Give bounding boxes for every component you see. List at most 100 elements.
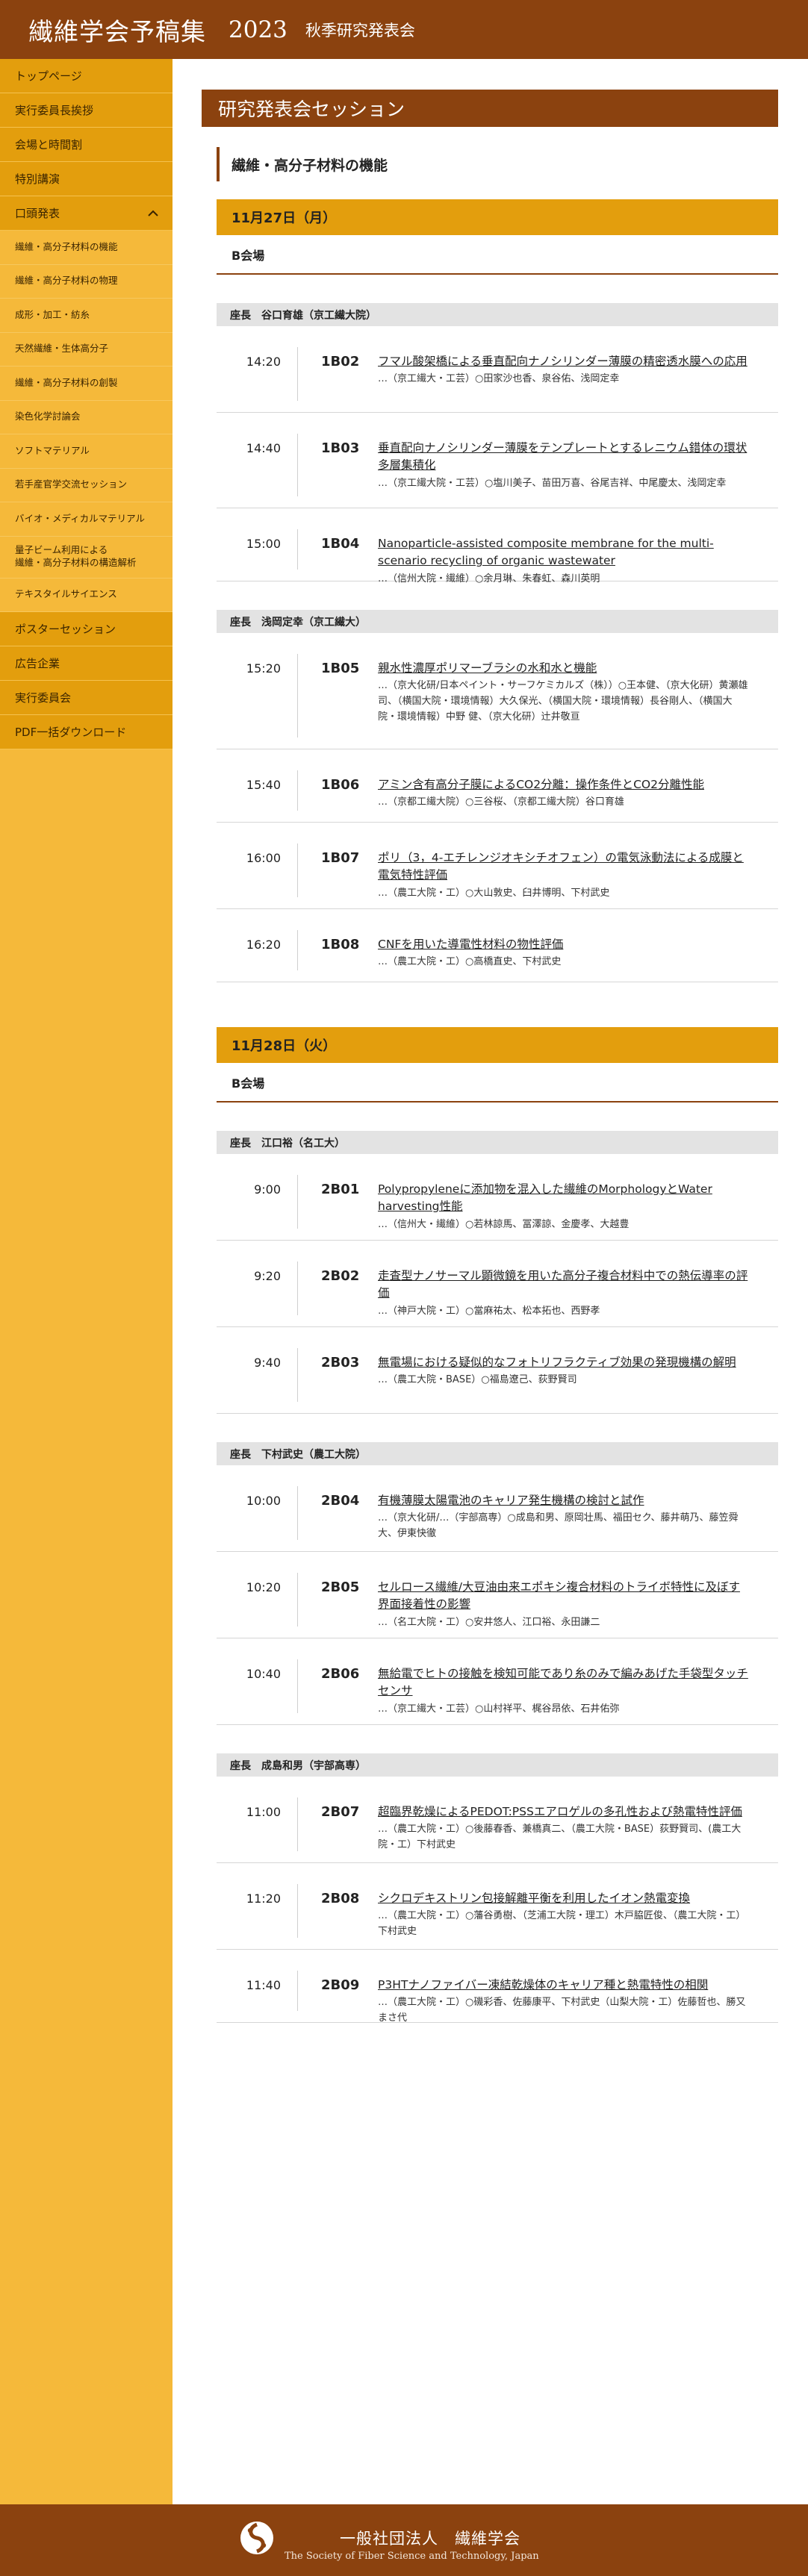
- talk-time: 16:00: [246, 851, 281, 865]
- talk-authors: …（農工大院・工）○大山敦史、臼井博明、下村武史: [378, 887, 610, 899]
- sidebar-subitem[interactable]: 量子ビーム利用による 繊維・高分子材料の構造解析: [0, 536, 173, 578]
- talk-title-link[interactable]: Polypropyleneに添加物を混入した繊維のMorphologyとWate…: [378, 1181, 751, 1216]
- talk-title-link[interactable]: 垂直配向ナノシリンダー薄膜をテンプレートとするレニウム錯体の環状多層集積化: [378, 440, 751, 475]
- sidebar-subitem[interactable]: 繊維・高分子材料の機能: [0, 231, 173, 265]
- society-logo-icon: [240, 2522, 273, 2554]
- talk-title-link[interactable]: CNFを用いた導電性材料の物性評価: [378, 936, 751, 953]
- talk-title-link[interactable]: アミン含有高分子膜によるCO2分離：操作条件とCO2分離性能: [378, 776, 751, 793]
- sidebar-item-label: トップページ: [15, 69, 82, 83]
- sidebar-subitem[interactable]: 若手産官学交流セッション: [0, 468, 173, 502]
- talk-time: 9:20: [254, 1269, 281, 1283]
- chevron-up-icon[interactable]: [147, 208, 159, 219]
- day-block: 11月27日（月） B会場 座長 谷口育雄（京工繊大院） 14:20 1B02 フマル酸架…: [217, 199, 778, 982]
- sidebar-subitem-label: 若手産官学交流セッション: [15, 478, 128, 490]
- sidebar-subitem-label: 繊維・高分子材料の機能: [15, 240, 118, 252]
- site-title[interactable]: 繊維学会予稿集: [28, 12, 206, 48]
- sidebar-subitem-label: 染色化学討論会: [15, 411, 81, 422]
- talk-authors: …（農工大院・工）○高橋直史、下村武史: [378, 956, 562, 968]
- talk-authors: …（名工大院・工）○安井悠人、江口裕、永田謙二: [378, 1616, 600, 1628]
- sidebar-subitem[interactable]: 成形・加工・紡糸: [0, 299, 173, 333]
- sidebar-item-label: 実行委員会: [15, 691, 72, 705]
- talk-time: 11:40: [246, 1978, 281, 1992]
- site-year: 2023: [229, 16, 288, 43]
- sidebar-subitem[interactable]: 繊維・高分子材料の創製: [0, 367, 173, 401]
- sidebar-item-label: ポスターセッション: [15, 623, 116, 636]
- talk-title-link[interactable]: 親水性濃厚ポリマーブラシの水和水と機能: [378, 660, 751, 677]
- talk-title-link[interactable]: 有機薄膜太陽電池のキャリア発生機構の検討と試作: [378, 1492, 751, 1509]
- sidebar-subitem[interactable]: ソフトマテリアル: [0, 434, 173, 469]
- talk-divider: [297, 529, 298, 570]
- talk-title-link[interactable]: フマル酸架橋による垂直配向ナノシリンダー薄膜の精密透水膜への応用: [378, 353, 751, 370]
- talk-authors: …（農工大院・工）○後藤春香、兼橋真二、（農工大院・BASE）荻野賢司、(農工大…: [378, 1824, 742, 1851]
- sidebar-item-label: 口頭発表: [15, 207, 60, 220]
- talk-id: 2B06: [321, 1666, 360, 1682]
- talk-time: 10:20: [246, 1580, 281, 1594]
- talk-title-link[interactable]: P3HTナノファイバー凍結乾燥体のキャリア種と熱電特性の相関: [378, 1977, 751, 1994]
- sidebar-item[interactable]: 会場と時間割: [0, 128, 173, 162]
- sidebar-subitem-label: 量子ビーム利用による 繊維・高分子材料の構造解析: [15, 544, 137, 570]
- talk-body: CNFを用いた導電性材料の物性評価 …（農工大院・工）○高橋直史、下村武史: [378, 936, 751, 970]
- site-header: 繊維学会予稿集 2023 秋季研究発表会: [0, 0, 808, 59]
- sidebar-subitem-label: バイオ・メディカルマテリアル: [15, 512, 146, 524]
- chair-bar: 座長 江口裕（名工大）: [217, 1131, 778, 1154]
- talk-row: 16:20 1B08 CNFを用いた導電性材料の物性評価 …（農工大院・工）○高橋直史…: [217, 909, 778, 982]
- sidebar-item[interactable]: PDF一括ダウンロード: [0, 715, 173, 749]
- talk-id: 2B01: [321, 1182, 360, 1197]
- talk-body: 垂直配向ナノシリンダー薄膜をテンプレートとするレニウム錯体の環状多層集積化 …（京…: [378, 440, 751, 491]
- chair-bar: 座長 谷口育雄（京工繊大院）: [217, 303, 778, 326]
- talk-title-link[interactable]: 無電場における疑似的なフォトリフラクティブ効果の発現機構の解明: [378, 1354, 751, 1371]
- talk-body: ポリ（3，4-エチレンジオキシチオフェン）の電気泳動法による成膜と電気特性評価 ……: [378, 849, 751, 901]
- talk-time: 15:40: [246, 778, 281, 792]
- talk-title-link[interactable]: 無給電でヒトの接触を検知可能であり糸のみで編みあげた手袋型タッチセンサ: [378, 1665, 751, 1700]
- sidebar-subitem[interactable]: バイオ・メディカルマテリアル: [0, 502, 173, 537]
- talk-time: 11:00: [246, 1805, 281, 1819]
- talk-row: 15:00 1B04 Nanoparticle-assisted composite…: [217, 508, 778, 584]
- sidebar-item[interactable]: 実行委員会: [0, 681, 173, 715]
- talk-authors: …（信州大・繊維）○若林諒馬、冨澤諒、金慶孝、大越豊: [378, 1218, 630, 1230]
- talk-title-link[interactable]: 走査型ナノサーマル顕微鏡を用いた高分子複合材料中での熱伝導率の評価: [378, 1267, 751, 1303]
- talk-id: 1B08: [321, 937, 360, 952]
- talk-time: 14:40: [246, 441, 281, 455]
- talk-title-link[interactable]: セルロース繊維/大豆油由来エポキシ複合材料のトライボ特性に及ぼす界面接着性の影響: [378, 1579, 751, 1614]
- sidebar-item[interactable]: トップページ: [0, 59, 173, 93]
- sidebar-subitem[interactable]: テキスタイルサイエンス: [0, 578, 173, 612]
- talk-body: 超臨界乾燥によるPEDOT:PSSエアロゲルの多孔性および熱電特性評価 …（農工大…: [378, 1803, 751, 1853]
- sidebar-item[interactable]: 口頭発表: [0, 196, 173, 231]
- talk-divider: [297, 930, 298, 970]
- sidebar-subitem[interactable]: 染色化学討論会: [0, 400, 173, 434]
- talk-divider: [297, 1797, 298, 1851]
- sidebar-item[interactable]: 特別講演: [0, 162, 173, 196]
- talk-authors: …（農工大院・BASE）○福島遼己、荻野賢司: [378, 1374, 577, 1386]
- sidebar-item[interactable]: 広告企業: [0, 646, 173, 681]
- main-content: 研究発表会セッション 繊維・高分子材料の機能 11月27日（月） B会場 座長 谷口…: [202, 90, 778, 2024]
- talk-authors: …（京工繊大・工芸）○田家沙也香、泉谷佑、浅岡定幸: [378, 373, 620, 385]
- room-label: B会場: [217, 235, 778, 275]
- footer-org-name: 一般社団法人 繊維学会: [340, 2530, 520, 2548]
- sidebar-nav: トップページ 実行委員長挨拶 会場と時間割 特別講演 口頭発表 繊維・高分子材料の機能 繊維…: [0, 59, 173, 2504]
- talk-row: 11:40 2B09 P3HTナノファイバー凍結乾燥体のキャリア種と熱電特性の相関 ……: [217, 1950, 778, 2024]
- talk-body: 無電場における疑似的なフォトリフラクティブ効果の発現機構の解明 …（農工大院・BA…: [378, 1354, 751, 1388]
- sidebar-item-label: 実行委員長挨拶: [15, 104, 94, 117]
- talk-id: 1B03: [321, 440, 360, 456]
- talk-body: フマル酸架橋による垂直配向ナノシリンダー薄膜の精密透水膜への応用 …（京工繊大・工…: [378, 353, 751, 387]
- talk-row: 16:00 1B07 ポリ（3，4-エチレンジオキシチオフェン）の電気泳動法による成…: [217, 823, 778, 909]
- talk-id: 1B05: [321, 661, 360, 676]
- talk-title-link[interactable]: シクロデキストリン包接解離平衡を利用したイオン熱電変換: [378, 1890, 751, 1907]
- talk-time: 9:40: [254, 1356, 281, 1370]
- sidebar-subitem-label: テキスタイルサイエンス: [15, 588, 117, 600]
- sidebar-subitem[interactable]: 天然繊維・生体高分子: [0, 332, 173, 367]
- talk-title-link[interactable]: 超臨界乾燥によるPEDOT:PSSエアロゲルの多孔性および熱電特性評価: [378, 1803, 751, 1821]
- sidebar-subitem[interactable]: 繊維・高分子材料の物理: [0, 264, 173, 299]
- talk-title-link[interactable]: ポリ（3，4-エチレンジオキシチオフェン）の電気泳動法による成膜と電気特性評価: [378, 849, 751, 885]
- sidebar-item[interactable]: 実行委員長挨拶: [0, 93, 173, 128]
- talk-title-link[interactable]: Nanoparticle-assisted composite membrane…: [378, 535, 751, 570]
- talk-id: 1B04: [321, 536, 360, 552]
- room-label: B会場: [217, 1063, 778, 1103]
- talk-id: 2B05: [321, 1579, 360, 1595]
- talk-body: 親水性濃厚ポリマーブラシの水和水と機能 …（京大化研/日本ペイント・サーフケミカル…: [378, 660, 751, 726]
- talk-row: 15:40 1B06 アミン含有高分子膜によるCO2分離：操作条件とCO2分離性能 ……: [217, 749, 778, 823]
- sidebar-subitem-label: 天然繊維・生体高分子: [15, 343, 109, 355]
- sidebar-item[interactable]: ポスターセッション: [0, 612, 173, 646]
- talk-time: 10:00: [246, 1494, 281, 1508]
- sidebar-subitem-label: 繊維・高分子材料の創製: [15, 376, 118, 388]
